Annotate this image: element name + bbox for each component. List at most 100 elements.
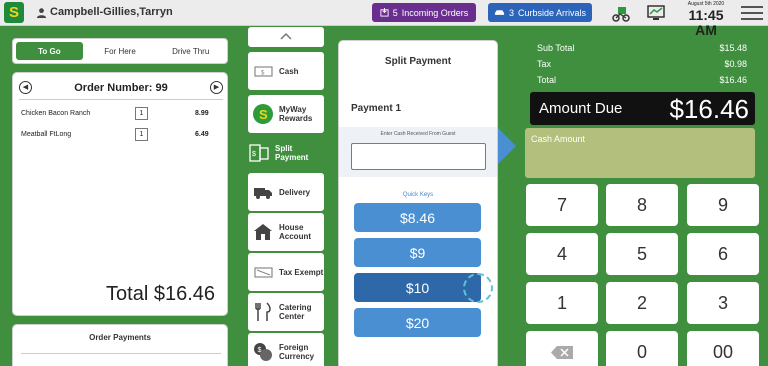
curbside-arrivals-button[interactable]: 3 Curbside Arrivals <box>488 3 592 22</box>
order-payments-card: Order Payments <box>12 324 228 366</box>
payment-method-label: House Account <box>279 223 311 241</box>
keypad-key-8[interactable]: 8 <box>606 184 678 226</box>
scroll-up-button[interactable] <box>248 27 324 47</box>
curbside-arrivals-count: 3 <box>508 7 514 18</box>
quick-keys-label: Quick Keys <box>402 192 434 198</box>
tax-row: Tax $0.98 <box>537 59 747 69</box>
order-number: Order Number: 99 <box>74 82 168 94</box>
keypad-key-6[interactable]: 6 <box>687 233 759 275</box>
curbside-arrivals-label: Curbside Arrivals <box>517 7 587 18</box>
cash-icon: $ <box>254 66 273 77</box>
keypad-key-00[interactable]: 00 <box>687 331 759 366</box>
backspace-icon <box>551 345 573 359</box>
svg-text:$: $ <box>252 151 256 158</box>
order-total: Total $16.46 <box>106 283 215 305</box>
total-label: Total <box>537 75 557 85</box>
subway-logo: S <box>4 2 24 23</box>
split-payment-title: Split Payment <box>384 56 452 67</box>
payment-method-label: Split Payment <box>275 144 309 162</box>
tax-exempt-icon <box>254 267 273 278</box>
tab-drive-thru[interactable]: Drive Thru <box>157 42 224 60</box>
order-item[interactable]: Chicken Bacon Ranch 1 8.99 <box>21 107 221 121</box>
payment-method-delivery[interactable]: Delivery <box>248 173 324 211</box>
subtotal-label: Sub Total <box>537 43 575 53</box>
tax-value: $0.98 <box>724 59 747 69</box>
payment-method-house-account[interactable]: House Account <box>248 213 324 251</box>
tax-label: Tax <box>537 59 552 69</box>
order-payments-title: Order Payments <box>89 333 151 342</box>
user-icon <box>36 8 47 18</box>
chevron-up-icon <box>280 32 292 40</box>
payment-method-myway-rewards[interactable]: S MyWay Rewards <box>248 95 324 133</box>
quick-key-button[interactable]: $9 <box>354 238 481 267</box>
keypad-key-3[interactable]: 3 <box>687 282 759 324</box>
incoming-orders-label: Incoming Orders <box>401 7 469 18</box>
house-icon <box>254 224 272 240</box>
keypad-key-7[interactable]: 7 <box>526 184 598 226</box>
foreign-currency-icon: $ <box>254 343 272 361</box>
keypad-key-2[interactable]: 2 <box>606 282 678 324</box>
keypad-key-5[interactable]: 5 <box>606 233 678 275</box>
item-name: Meatball FtLong <box>21 131 72 138</box>
payment-method-label: Delivery <box>279 187 311 197</box>
item-quantity[interactable]: 1 <box>135 107 148 120</box>
payment-method-label: Cash <box>279 66 299 76</box>
pointer-arrow <box>498 128 516 164</box>
item-name: Chicken Bacon Ranch <box>21 110 91 117</box>
order-header: ◀ Order Number: 99 ▶ <box>19 81 223 95</box>
subtotal-value: $15.48 <box>719 43 747 53</box>
hamburger-menu-icon[interactable] <box>741 6 763 20</box>
date-time: August 5th 2020 11:45 AM <box>680 1 732 38</box>
incoming-orders-icon <box>380 8 389 17</box>
time-text: 11:45 AM <box>688 7 724 38</box>
top-bar: S Campbell-Gillies,Tarryn 5 Incoming Ord… <box>0 0 768 38</box>
cash-amount-display: Cash Amount <box>525 128 755 178</box>
keypad-key-4[interactable]: 4 <box>526 233 598 275</box>
keypad-backspace-key[interactable] <box>526 331 598 366</box>
touch-indicator <box>463 273 493 303</box>
quick-key-button[interactable]: $8.46 <box>354 203 481 232</box>
total-value: $16.46 <box>719 75 747 85</box>
payment-method-label: Catering Center <box>279 303 312 321</box>
amount-due-label: Amount Due <box>539 100 623 117</box>
cash-received-area: Enter Cash Received From Guest <box>339 127 497 177</box>
performance-monitor-icon[interactable] <box>646 4 666 22</box>
amount-due-value: $16.46 <box>669 94 749 124</box>
payment-method-tax-exempt[interactable]: Tax Exempt <box>248 253 324 291</box>
payment-method-label: MyWay Rewards <box>279 105 313 123</box>
quick-key-button[interactable]: $10 <box>354 273 481 302</box>
item-price: 8.99 <box>195 110 209 117</box>
payment-method-catering-center[interactable]: Catering Center <box>248 293 324 331</box>
payment-method-label: Foreign Currency <box>279 343 315 361</box>
delivery-truck-icon <box>254 188 272 199</box>
item-price: 6.49 <box>195 131 209 138</box>
keypad-key-9[interactable]: 9 <box>687 184 759 226</box>
tab-for-here[interactable]: For Here <box>87 42 154 60</box>
split-payment-icon: $ <box>249 144 269 162</box>
payment-method-cash[interactable]: $ Cash <box>248 52 324 90</box>
subway-rewards-icon: S <box>253 104 273 124</box>
divider <box>19 99 223 100</box>
keypad-key-1[interactable]: 1 <box>526 282 598 324</box>
amount-due-display: Amount Due $16.46 <box>530 92 755 125</box>
car-icon <box>494 9 505 15</box>
scooter-icon[interactable] <box>611 4 631 22</box>
incoming-orders-count: 5 <box>392 7 398 18</box>
tab-to-go[interactable]: To Go <box>16 42 83 60</box>
payment-method-foreign-currency[interactable]: $ Foreign Currency <box>248 333 324 366</box>
next-order-button[interactable]: ▶ <box>210 81 223 94</box>
cash-received-prompt: Enter Cash Received From Guest <box>380 131 456 137</box>
incoming-orders-button[interactable]: 5 Incoming Orders <box>372 3 476 22</box>
payment-method-label: Tax Exempt <box>279 267 324 277</box>
cash-received-input[interactable] <box>351 143 486 170</box>
svg-text:$: $ <box>258 347 262 354</box>
quick-key-button[interactable]: $20 <box>354 308 481 337</box>
payment-method-split-payment[interactable]: $ Split Payment <box>244 134 326 172</box>
total-row: Total $16.46 <box>537 75 747 85</box>
item-quantity[interactable]: 1 <box>135 128 148 141</box>
subtotal-row: Sub Total $15.48 <box>537 43 747 53</box>
user-name[interactable]: Campbell-Gillies,Tarryn <box>50 6 173 18</box>
keypad-key-0[interactable]: 0 <box>606 331 678 366</box>
order-item[interactable]: Meatball FtLong 1 6.49 <box>21 128 221 142</box>
split-payment-card: Split Payment Payment 1 Enter Cash Recei… <box>338 40 498 366</box>
